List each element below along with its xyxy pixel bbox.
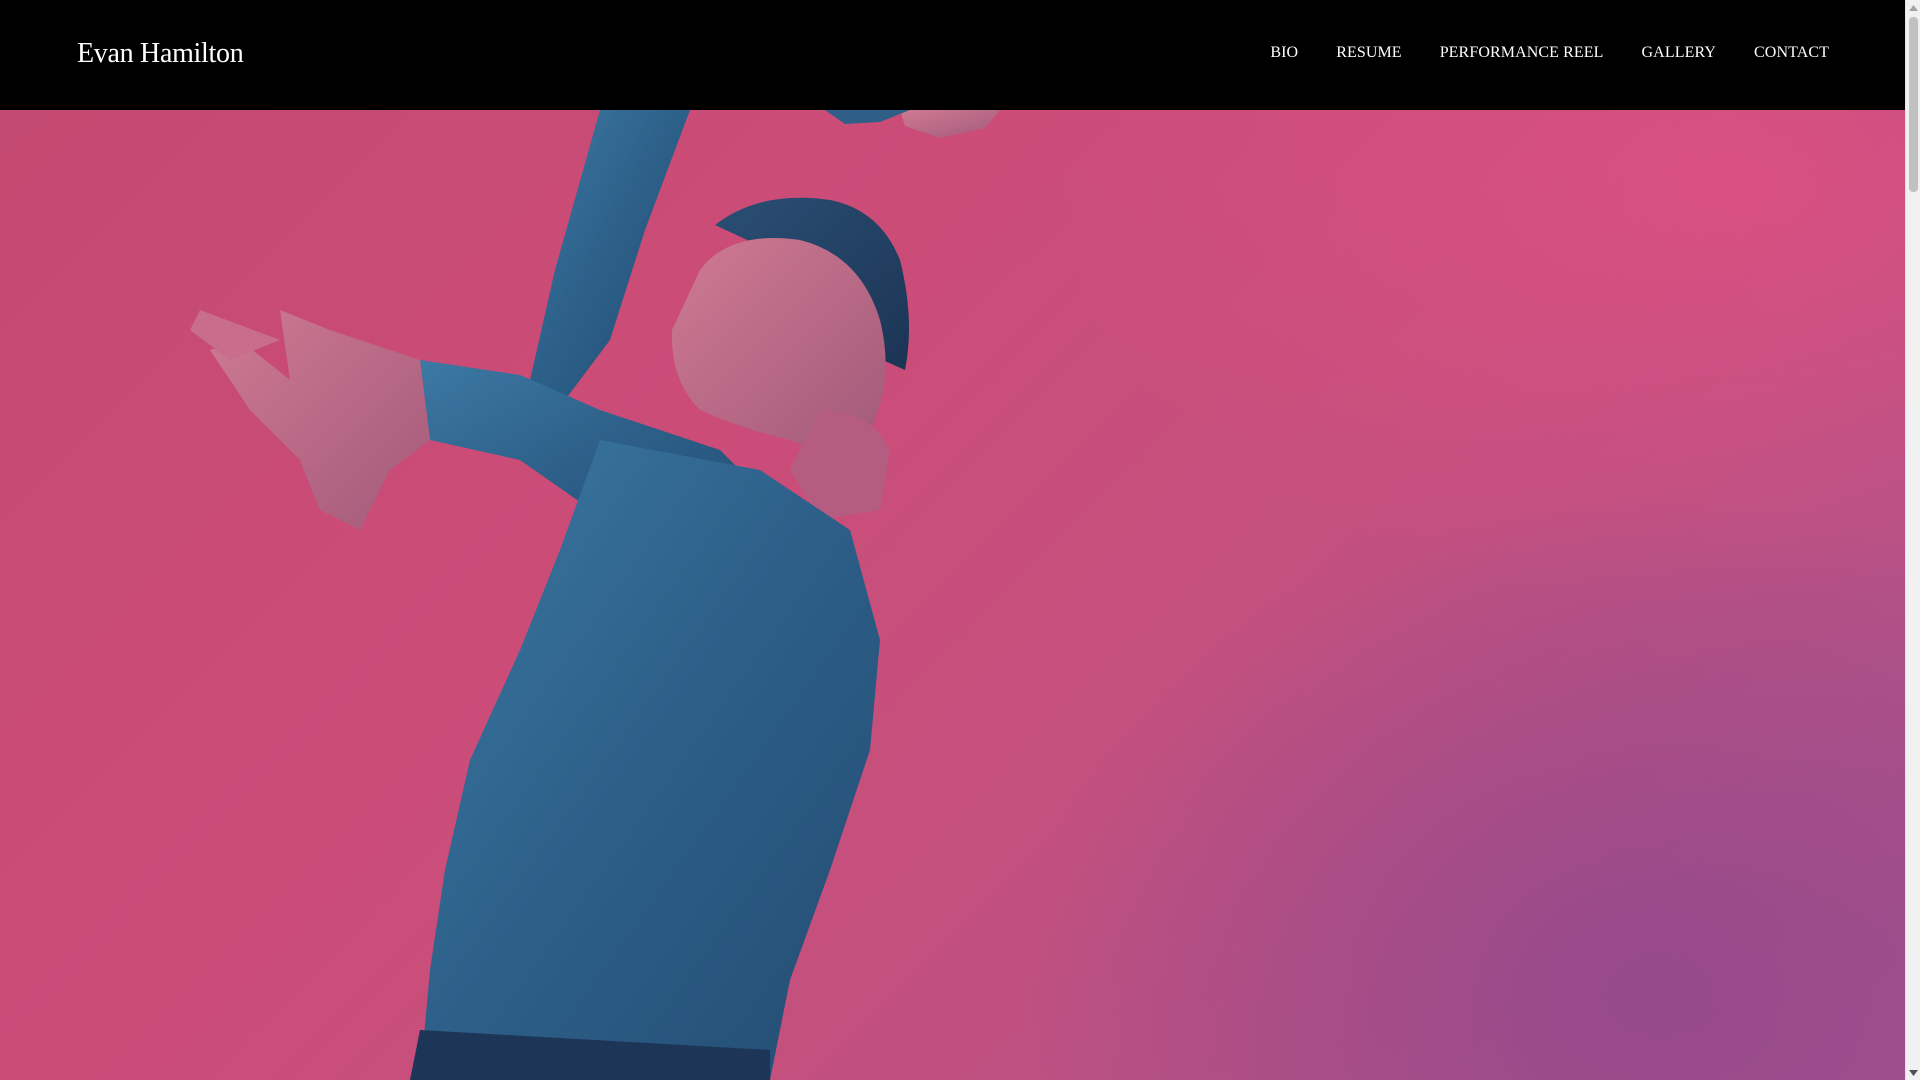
nav-bio[interactable]: BIO <box>1270 44 1298 62</box>
viewport: Evan Hamilton BIO RESUME PERFORMANCE REE… <box>0 0 1905 1080</box>
chevron-up-icon[interactable] <box>1906 0 1920 15</box>
vertical-scrollbar[interactable] <box>1905 0 1920 1080</box>
chevron-down-icon[interactable] <box>1906 1065 1920 1080</box>
hero-image <box>0 110 1905 1080</box>
nav-resume[interactable]: RESUME <box>1336 44 1402 62</box>
dancer-photo <box>190 110 1000 1080</box>
site-title[interactable]: Evan Hamilton <box>77 38 244 70</box>
scroll-thumb[interactable] <box>1909 17 1918 192</box>
page: Evan Hamilton BIO RESUME PERFORMANCE REE… <box>0 0 1920 1080</box>
nav-gallery[interactable]: GALLERY <box>1642 44 1716 62</box>
nav-performance-reel[interactable]: PERFORMANCE REEL <box>1440 44 1604 62</box>
main-nav: BIO RESUME PERFORMANCE REEL GALLERY CONT… <box>1270 44 1829 62</box>
nav-contact[interactable]: CONTACT <box>1754 44 1829 62</box>
site-header: Evan Hamilton BIO RESUME PERFORMANCE REE… <box>0 0 1905 110</box>
